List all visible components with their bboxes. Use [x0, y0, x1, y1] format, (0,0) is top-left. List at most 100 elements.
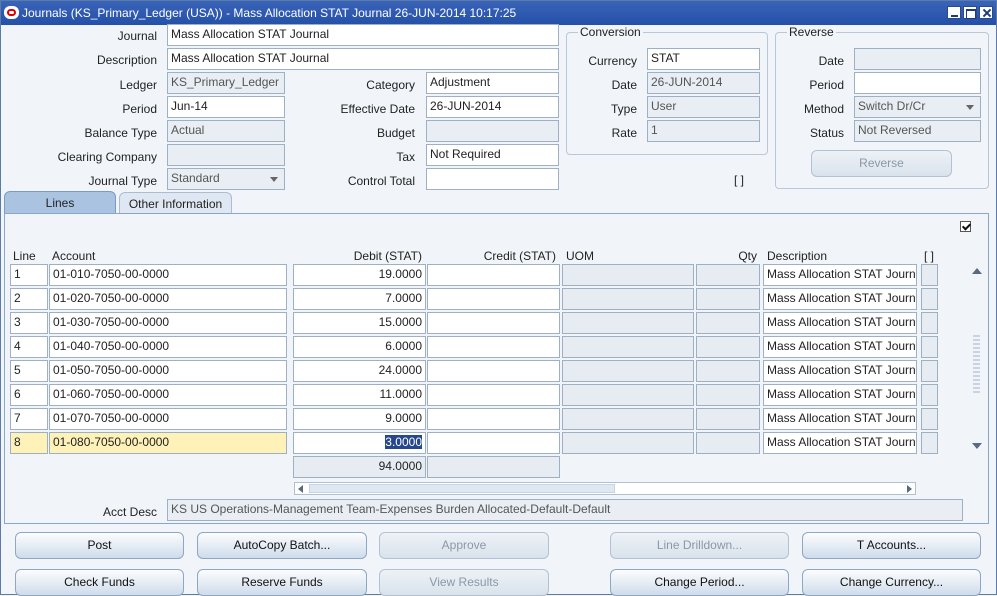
row-7-flexfield-cell[interactable]: [921, 408, 938, 430]
row-4-qty-cell[interactable]: [696, 336, 760, 358]
row-7-credit-cell[interactable]: [427, 408, 560, 430]
row-2-debit-cell[interactable]: 7.0000: [293, 288, 426, 310]
row-8-line-cell[interactable]: 8: [10, 432, 48, 454]
row-5-flexfield-cell[interactable]: [921, 360, 938, 382]
row-2-line-cell[interactable]: 2: [10, 288, 48, 310]
row-2-flexfield-cell[interactable]: [921, 288, 938, 310]
row-6-description-cell[interactable]: Mass Allocation STAT Journal: [763, 384, 917, 406]
post-button[interactable]: Post: [15, 532, 184, 559]
row-3-line-cell[interactable]: 3: [10, 312, 48, 334]
journal-type-select[interactable]: Standard: [167, 168, 285, 190]
row-7-qty-cell[interactable]: [696, 408, 760, 430]
row-7-description-cell[interactable]: Mass Allocation STAT Journal: [763, 408, 917, 430]
journal-field[interactable]: Mass Allocation STAT Journal: [167, 24, 559, 46]
row-3-flexfield-cell[interactable]: [921, 312, 938, 334]
row-3-uom-cell[interactable]: [562, 312, 694, 334]
row-1-debit-cell[interactable]: 19.0000: [293, 264, 426, 286]
row-5-qty-cell[interactable]: [696, 360, 760, 382]
row-3-account-cell[interactable]: 01-030-7050-00-0000: [49, 312, 287, 334]
row-6-qty-cell[interactable]: [696, 384, 760, 406]
description-field[interactable]: Mass Allocation STAT Journal: [167, 48, 559, 70]
row-4-line-cell[interactable]: 4: [10, 336, 48, 358]
row-2-qty-cell[interactable]: [696, 288, 760, 310]
clearing-company-field[interactable]: [167, 144, 285, 166]
row-6-line-cell[interactable]: 6: [10, 384, 48, 406]
conversion-rate-field[interactable]: 1: [647, 120, 760, 142]
row-1-uom-cell[interactable]: [562, 264, 694, 286]
row-4-account-cell[interactable]: 01-040-7050-00-0000: [49, 336, 287, 358]
row-2-uom-cell[interactable]: [562, 288, 694, 310]
line-drilldown-button[interactable]: Line Drilldown...: [610, 532, 789, 559]
reverse-button[interactable]: Reverse: [811, 150, 952, 177]
conversion-flexfield-bracket[interactable]: [ ]: [734, 173, 744, 187]
change-currency-button[interactable]: Change Currency...: [802, 569, 981, 596]
row-4-uom-cell[interactable]: [562, 336, 694, 358]
reverse-method-select[interactable]: Switch Dr/Cr: [854, 96, 981, 118]
row-4-debit-cell[interactable]: 6.0000: [293, 336, 426, 358]
category-field[interactable]: Adjustment: [426, 72, 559, 94]
row-5-uom-cell[interactable]: [562, 360, 694, 382]
currency-field[interactable]: STAT: [647, 48, 760, 70]
row-1-account-cell[interactable]: 01-010-7050-00-0000: [49, 264, 287, 286]
reverse-status-field[interactable]: Not Reversed: [854, 120, 981, 142]
scroll-down-icon[interactable]: [972, 443, 982, 449]
row-3-qty-cell[interactable]: [696, 312, 760, 334]
row-6-debit-cell[interactable]: 11.0000: [293, 384, 426, 406]
row-5-debit-cell[interactable]: 24.0000: [293, 360, 426, 382]
close-button[interactable]: [979, 6, 993, 19]
row-4-description-cell[interactable]: Mass Allocation STAT Journal: [763, 336, 917, 358]
conversion-type-field[interactable]: User: [647, 96, 760, 118]
row-1-qty-cell[interactable]: [696, 264, 760, 286]
scroll-left-icon[interactable]: [298, 485, 303, 493]
row-8-debit-cell[interactable]: 3.0000: [293, 432, 426, 454]
tab-other-information[interactable]: Other Information: [119, 192, 232, 214]
tax-field[interactable]: Not Required: [426, 144, 559, 166]
row-3-description-cell[interactable]: Mass Allocation STAT Journal: [763, 312, 917, 334]
reserve-funds-button[interactable]: Reserve Funds: [197, 569, 367, 596]
tab-lines[interactable]: Lines: [4, 191, 116, 214]
row-1-flexfield-cell[interactable]: [921, 264, 938, 286]
row-8-description-cell[interactable]: Mass Allocation STAT Journal: [763, 432, 917, 454]
row-1-credit-cell[interactable]: [427, 264, 560, 286]
view-results-button[interactable]: View Results: [379, 569, 549, 596]
effective-date-field[interactable]: 26-JUN-2014: [426, 96, 559, 118]
acct-desc-field[interactable]: KS US Operations-Management Team-Expense…: [167, 499, 963, 521]
horizontal-scrollbar[interactable]: [294, 482, 916, 495]
reverse-date-field[interactable]: [854, 48, 981, 70]
select-checkbox[interactable]: [960, 221, 971, 232]
scroll-grip[interactable]: [973, 335, 980, 395]
row-8-flexfield-cell[interactable]: [921, 432, 938, 454]
reverse-period-field[interactable]: [854, 72, 981, 94]
row-7-uom-cell[interactable]: [562, 408, 694, 430]
row-4-flexfield-cell[interactable]: [921, 336, 938, 358]
row-8-credit-cell[interactable]: [427, 432, 560, 454]
row-7-line-cell[interactable]: 7: [10, 408, 48, 430]
row-3-credit-cell[interactable]: [427, 312, 560, 334]
row-6-flexfield-cell[interactable]: [921, 384, 938, 406]
row-3-debit-cell[interactable]: 15.0000: [293, 312, 426, 334]
scroll-right-icon[interactable]: [907, 485, 912, 493]
balance-type-field[interactable]: Actual: [167, 120, 285, 142]
maximize-button[interactable]: [963, 6, 977, 19]
row-1-line-cell[interactable]: 1: [10, 264, 48, 286]
check-funds-button[interactable]: Check Funds: [15, 569, 184, 596]
approve-button[interactable]: Approve: [379, 532, 549, 559]
minimize-button[interactable]: [947, 6, 961, 19]
row-2-credit-cell[interactable]: [427, 288, 560, 310]
row-8-uom-cell[interactable]: [562, 432, 694, 454]
conversion-date-field[interactable]: 26-JUN-2014: [647, 72, 760, 94]
row-8-qty-cell[interactable]: [696, 432, 760, 454]
row-7-account-cell[interactable]: 01-070-7050-00-0000: [49, 408, 287, 430]
vertical-scrollbar[interactable]: [970, 265, 983, 452]
budget-field[interactable]: [426, 120, 559, 142]
row-5-credit-cell[interactable]: [427, 360, 560, 382]
row-6-credit-cell[interactable]: [427, 384, 560, 406]
row-1-description-cell[interactable]: Mass Allocation STAT Journal: [763, 264, 917, 286]
row-5-account-cell[interactable]: 01-050-7050-00-0000: [49, 360, 287, 382]
period-field[interactable]: Jun-14: [167, 96, 285, 118]
row-8-account-cell[interactable]: 01-080-7050-00-0000: [49, 432, 287, 454]
ledger-field[interactable]: KS_Primary_Ledger: [167, 72, 285, 94]
row-2-account-cell[interactable]: 01-020-7050-00-0000: [49, 288, 287, 310]
t-accounts-button[interactable]: T Accounts...: [802, 532, 981, 559]
row-2-description-cell[interactable]: Mass Allocation STAT Journal: [763, 288, 917, 310]
